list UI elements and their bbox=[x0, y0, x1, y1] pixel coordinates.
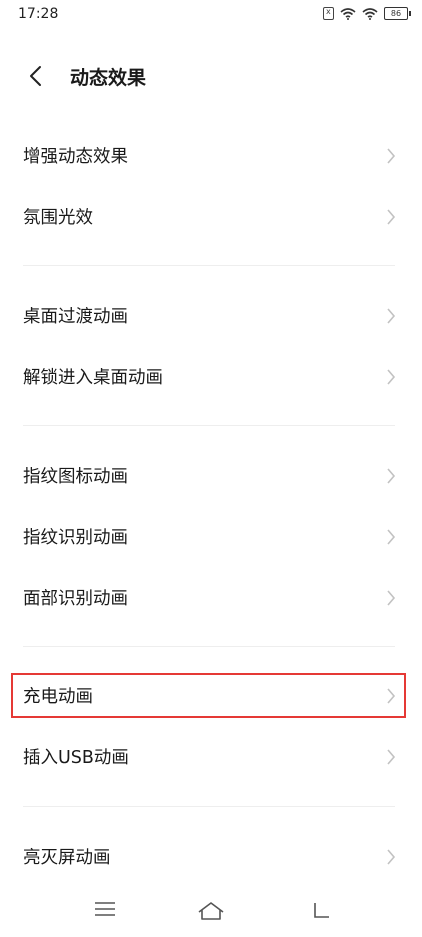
menu-item-label: 指纹图标动画 bbox=[23, 467, 128, 487]
menu-item-label: 充电动画 bbox=[23, 687, 93, 707]
chevron-right-icon bbox=[387, 308, 396, 324]
chevron-right-icon bbox=[387, 369, 396, 385]
menu-item-ambient-light[interactable]: 氛围光效 bbox=[0, 189, 422, 245]
menu-item-label: 亮灭屏动画 bbox=[23, 848, 111, 868]
status-icons: 86 bbox=[323, 7, 411, 20]
menu-item-fingerprint-icon-animation[interactable]: 指纹图标动画 bbox=[0, 448, 422, 504]
back-arrow-icon[interactable] bbox=[26, 64, 46, 88]
wifi-signal-icon bbox=[362, 7, 378, 20]
chevron-right-icon bbox=[387, 209, 396, 225]
menu-item-enhanced-dynamic-effects[interactable]: 增强动态效果 bbox=[0, 128, 422, 184]
no-sim-icon bbox=[323, 7, 334, 20]
menu-item-label: 面部识别动画 bbox=[23, 589, 128, 609]
chevron-right-icon bbox=[387, 468, 396, 484]
menu-icon[interactable] bbox=[94, 900, 116, 918]
divider bbox=[23, 425, 395, 426]
status-bar: 17:28 86 bbox=[0, 0, 422, 30]
chevron-right-icon bbox=[387, 849, 396, 865]
back-nav-icon[interactable] bbox=[312, 900, 332, 920]
menu-item-label: 桌面过渡动画 bbox=[23, 307, 128, 327]
menu-item-label: 氛围光效 bbox=[23, 208, 93, 228]
navigation-bar bbox=[0, 890, 422, 937]
home-icon[interactable] bbox=[197, 900, 225, 922]
divider bbox=[23, 265, 395, 266]
page-title: 动态效果 bbox=[70, 67, 147, 89]
battery-icon: 86 bbox=[384, 7, 411, 20]
menu-item-face-recognition[interactable]: 面部识别动画 bbox=[0, 570, 422, 626]
menu-item-fingerprint-recognition[interactable]: 指纹识别动画 bbox=[0, 509, 422, 565]
menu-item-usb-animation[interactable]: 插入USB动画 bbox=[0, 729, 422, 785]
menu-item-screen-on-off-animation[interactable]: 亮灭屏动画 bbox=[0, 829, 422, 885]
chevron-right-icon bbox=[387, 148, 396, 164]
menu-item-unlock-desktop[interactable]: 解锁进入桌面动画 bbox=[0, 349, 422, 405]
chevron-right-icon bbox=[387, 529, 396, 545]
divider bbox=[23, 646, 395, 647]
menu-item-label: 解锁进入桌面动画 bbox=[23, 368, 163, 388]
menu-item-charging-animation[interactable]: 充电动画 bbox=[0, 668, 422, 724]
menu-item-label: 指纹识别动画 bbox=[23, 528, 128, 548]
menu-item-label: 增强动态效果 bbox=[23, 147, 128, 167]
chevron-right-icon bbox=[387, 590, 396, 606]
chevron-right-icon bbox=[387, 688, 396, 704]
wifi-icon bbox=[340, 7, 356, 20]
header: 动态效果 bbox=[0, 50, 422, 102]
menu-item-desktop-transition[interactable]: 桌面过渡动画 bbox=[0, 288, 422, 344]
divider bbox=[23, 806, 395, 807]
menu-item-label: 插入USB动画 bbox=[23, 748, 129, 768]
chevron-right-icon bbox=[387, 749, 396, 765]
status-time: 17:28 bbox=[18, 6, 59, 22]
